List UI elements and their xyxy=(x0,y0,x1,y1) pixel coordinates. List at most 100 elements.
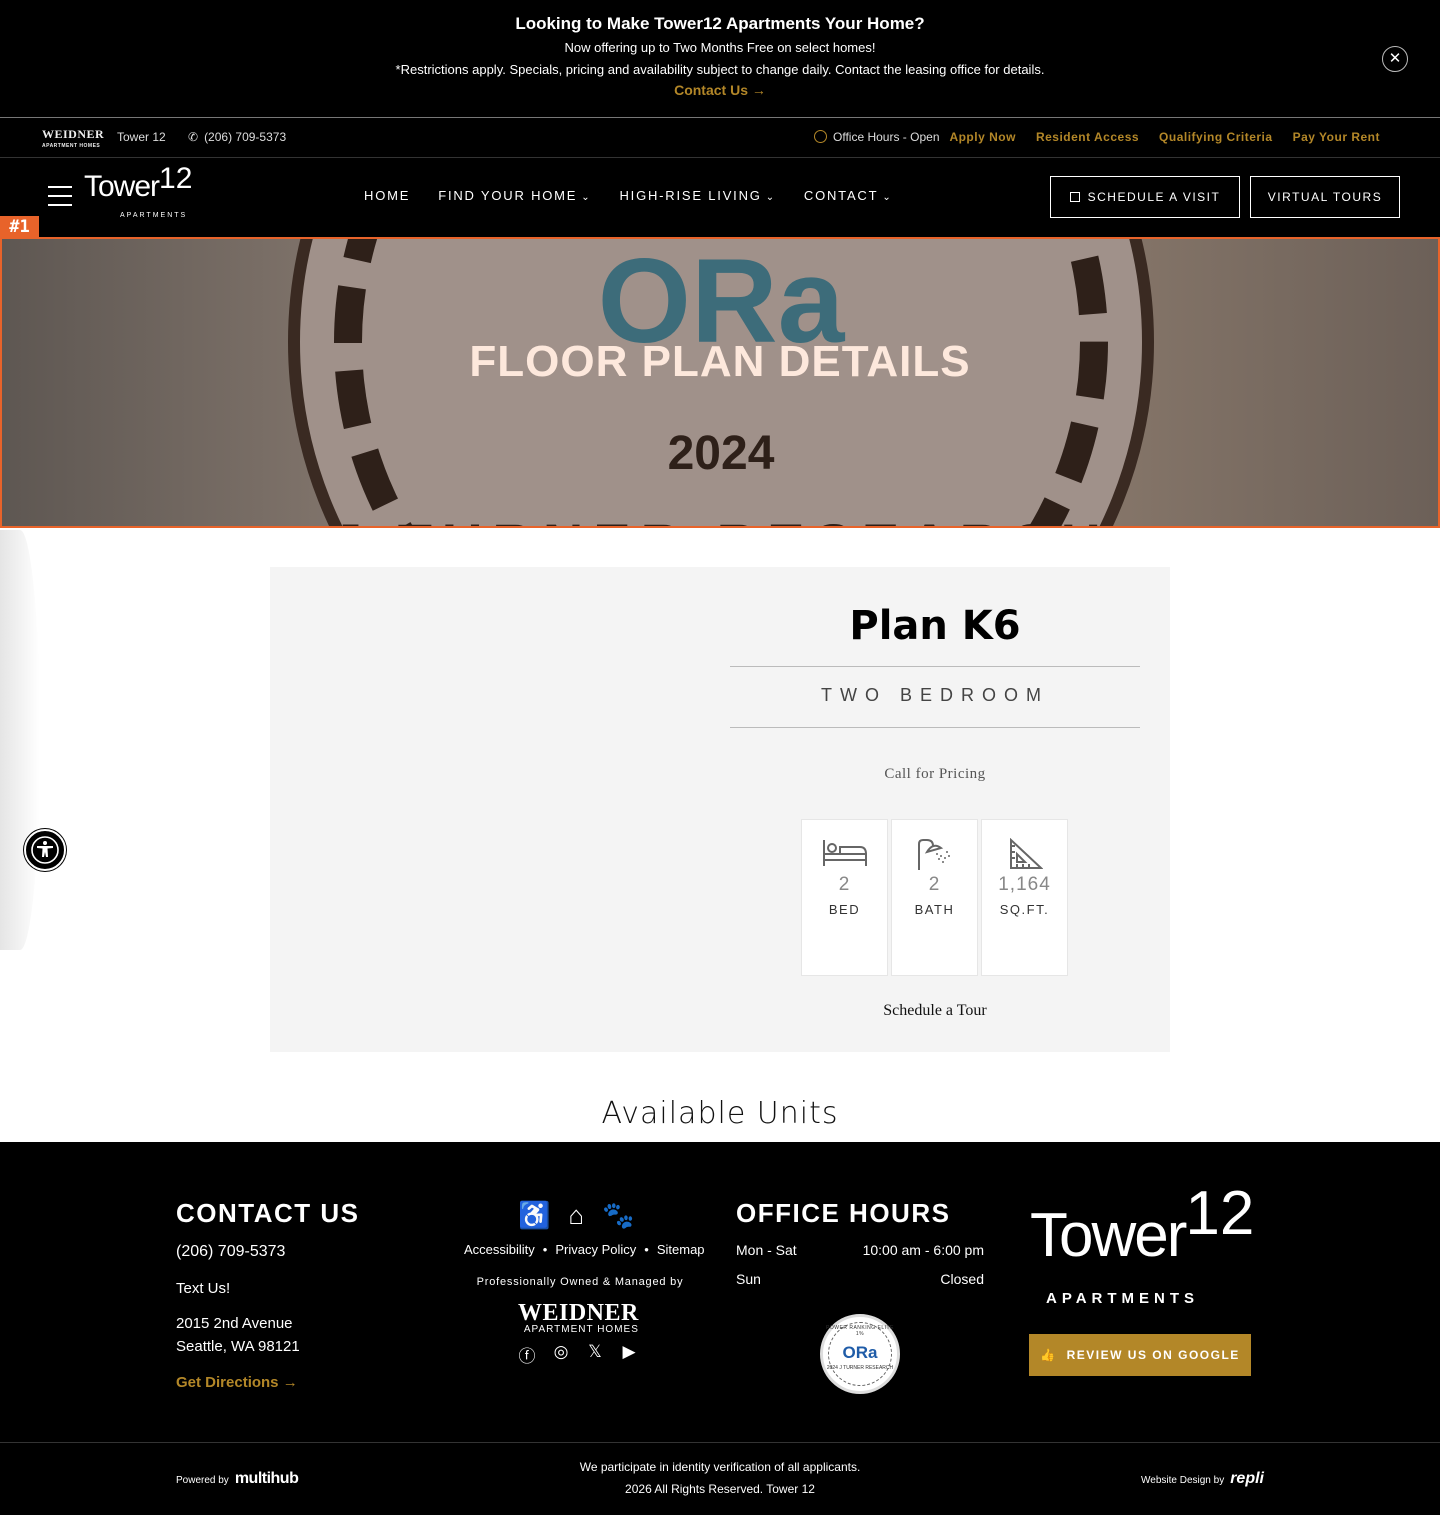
utility-phone-link[interactable]: ✆ (206) 709-5373 xyxy=(188,130,286,144)
ora-badge-bottom: 2024 J TURNER RESEARCH xyxy=(826,1365,894,1371)
hours-time: Closed xyxy=(940,1271,984,1287)
office-hours-status: Office Hours - Open xyxy=(814,130,940,144)
promo-contact-link[interactable]: Contact Us → xyxy=(0,82,1440,98)
weidner-footer-logo-sub: APARTMENT HOMES xyxy=(523,1324,639,1335)
promo-title: Looking to Make Tower12 Apartments Your … xyxy=(515,14,925,33)
address-line-1: 2015 2nd Avenue xyxy=(176,1315,293,1332)
logo-number: 12 xyxy=(159,162,193,195)
nav-item-find-your-home[interactable]: FIND YOUR HOME ⌄ xyxy=(438,188,591,203)
separator-dot: • xyxy=(644,1242,649,1257)
privacy-policy-link[interactable]: Privacy Policy xyxy=(555,1242,636,1257)
chevron-down-icon: ⌄ xyxy=(765,192,776,203)
tower12-footer-logo: Tower12 APARTMENTS xyxy=(1030,1179,1254,1307)
weidner-logo-sub: APARTMENT HOMES xyxy=(42,143,101,149)
office-hours-heading: OFFICE HOURS xyxy=(736,1198,951,1228)
plan-pricing: Call for Pricing xyxy=(884,766,986,782)
divider xyxy=(730,666,1140,667)
sqft-label: SQ.FT. xyxy=(999,902,1050,917)
bath-count: 2 xyxy=(928,874,941,895)
sqft-stat: 1,164 SQ.FT. xyxy=(981,819,1068,976)
hours-time: 10:00 am - 6:00 pm xyxy=(862,1242,984,1258)
review-google-button[interactable]: 👍 REVIEW US ON GOOGLE xyxy=(1029,1334,1251,1376)
weidner-footer-logo[interactable]: WEIDNER APARTMENT HOMES xyxy=(518,1300,639,1336)
apply-now-link[interactable]: Apply Now xyxy=(949,130,1016,144)
chevron-down-icon: ⌄ xyxy=(882,192,893,203)
nav-item-high-rise-living[interactable]: HIGH-RISE LIVING ⌄ xyxy=(619,188,775,203)
main-nav: Tower12 APARTMENTS HOME FIND YOUR HOME ⌄ … xyxy=(0,158,1440,238)
hamburger-menu-icon[interactable] xyxy=(48,186,72,206)
ora-badge-top: POWER RANKING ELITE 1% xyxy=(826,1325,894,1337)
weidner-logo-text: WEIDNER xyxy=(42,127,105,141)
contact-heading: CONTACT US xyxy=(176,1198,360,1228)
resident-access-link[interactable]: Resident Access xyxy=(1036,130,1139,144)
design-by-label: Website Design by xyxy=(1141,1475,1225,1486)
utility-phone-text: (206) 709-5373 xyxy=(204,130,287,144)
youtube-icon[interactable]: ▶ xyxy=(620,1342,638,1367)
divider xyxy=(0,1442,1440,1443)
sitemap-link[interactable]: Sitemap xyxy=(657,1242,705,1257)
virtual-tours-button[interactable]: VIRTUAL TOURS xyxy=(1250,176,1400,218)
bed-count: 2 xyxy=(838,874,851,895)
nav-item-home[interactable]: HOME xyxy=(364,188,410,203)
side-panel-shadow xyxy=(0,530,40,950)
accessibility-icon[interactable] xyxy=(24,829,66,871)
ora-badge-mid: ORa xyxy=(842,1343,878,1362)
logo-text: Tower xyxy=(84,170,160,203)
nav-item-label: CONTACT xyxy=(803,188,879,203)
hours-row: Sun Closed xyxy=(736,1271,984,1287)
separator-dot: • xyxy=(542,1242,548,1257)
utility-bar: WEIDNER APARTMENT HOMES Tower 12 ✆ (206) … xyxy=(0,118,1440,158)
nav-menu: HOME FIND YOUR HOME ⌄ HIGH-RISE LIVING ⌄ C… xyxy=(364,188,893,203)
pay-your-rent-link[interactable]: Pay Your Rent xyxy=(1293,130,1380,144)
bed-stat: 2 BED xyxy=(801,819,888,976)
page-title: FLOOR PLAN DETAILS xyxy=(469,337,971,386)
promo-banner: Looking to Make Tower12 Apartments Your … xyxy=(0,0,1440,118)
badge-year: 2024 xyxy=(667,427,775,480)
website-design-by[interactable]: Website Design by repli xyxy=(1141,1470,1264,1488)
chevron-down-icon: ⌄ xyxy=(581,192,592,203)
facebook-icon[interactable]: ⓕ xyxy=(518,1342,536,1367)
clock-icon xyxy=(814,130,827,143)
ora-award-badge: POWER RANKING ELITE 1% ORa 2024 J TURNER… xyxy=(820,1314,900,1394)
weidner-footer-logo-text: WEIDNER xyxy=(518,1300,639,1326)
hours-row: Mon - Sat 10:00 am - 6:00 pm xyxy=(736,1242,984,1258)
x-twitter-icon[interactable]: 𝕏 xyxy=(586,1342,604,1367)
schedule-visit-button[interactable]: SCHEDULE A VISIT xyxy=(1050,176,1240,218)
ruler-triangle-icon xyxy=(982,837,1067,874)
text-us-link[interactable]: Text Us! xyxy=(176,1280,230,1297)
repli-logo: repli xyxy=(1230,1470,1264,1487)
promo-restrictions-text: *Restrictions apply. Specials, pricing a… xyxy=(395,62,1045,77)
qualifying-criteria-link[interactable]: Qualifying Criteria xyxy=(1159,130,1273,144)
compliance-icons: ♿ ⌂ 🐾 xyxy=(518,1200,634,1231)
weidner-logo[interactable]: WEIDNER APARTMENT HOMES xyxy=(42,128,104,152)
footer-phone-link[interactable]: (206) 709-5373 xyxy=(176,1243,285,1261)
pet-friendly-icon: 🐾 xyxy=(602,1200,635,1230)
tower12-logo[interactable]: Tower12 APARTMENTS xyxy=(84,162,192,219)
phone-icon: ✆ xyxy=(188,130,199,144)
bed-icon xyxy=(802,838,887,874)
get-directions-link[interactable]: Get Directions → xyxy=(176,1374,298,1391)
schedule-tour-link[interactable]: Schedule a Tour xyxy=(730,1002,1140,1020)
close-icon[interactable]: ✕ xyxy=(1382,46,1408,72)
floor-plan-card: Plan K6 TWO BEDROOM Call for Pricing 2 B… xyxy=(270,567,1170,1052)
hours-day: Sun xyxy=(736,1271,761,1287)
nav-item-contact[interactable]: CONTACT ⌄ xyxy=(804,188,893,203)
bed-label: BED xyxy=(828,902,861,917)
office-hours-text: Office Hours - Open xyxy=(833,130,940,144)
instagram-icon[interactable]: ◎ xyxy=(552,1342,570,1367)
accessibility-link[interactable]: Accessibility xyxy=(464,1242,535,1257)
thumbs-up-icon: 👍 xyxy=(1040,1348,1057,1362)
footer-logo-number: 12 xyxy=(1185,1179,1255,1248)
plan-name: Plan K6 xyxy=(849,603,1021,649)
logo-subtitle: APARTMENTS xyxy=(120,212,188,219)
bath-label: BATH xyxy=(914,902,955,917)
annotation-tag: #1 xyxy=(0,216,39,238)
available-units-heading: Available Units xyxy=(601,1096,839,1131)
nav-item-label: FIND YOUR HOME xyxy=(438,188,578,203)
divider xyxy=(730,727,1140,728)
legal-links: Accessibility • Privacy Policy • Sitemap xyxy=(464,1242,705,1257)
badge-arc-text: J TURNER RESEARCH xyxy=(300,511,1142,526)
schedule-visit-label: SCHEDULE A VISIT xyxy=(1087,190,1221,204)
hero-banner: ORa 2024 J TURNER RESEARCH FLOOR PLAN DE… xyxy=(0,237,1440,528)
sqft-value: 1,164 xyxy=(998,874,1051,895)
